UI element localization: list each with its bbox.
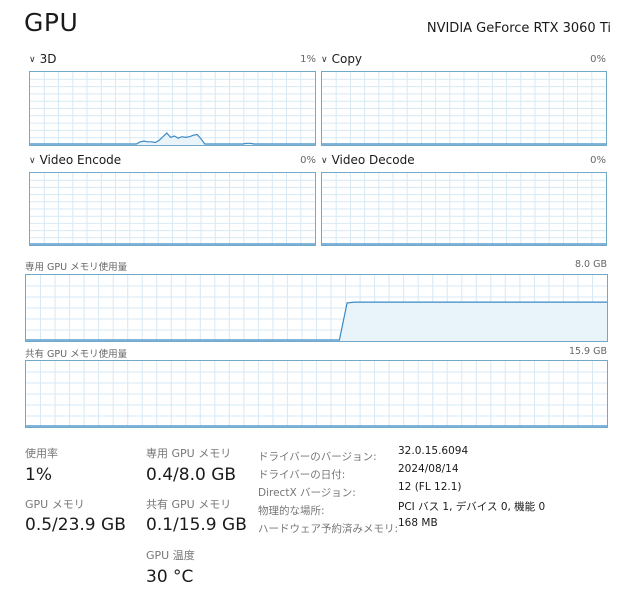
engine-percent: 1% [300,54,316,65]
dedicated-stat-label: 専用 GPU メモリ [146,447,232,460]
shared-stat-label: 共有 GPU メモリ [146,498,232,511]
info-value: 168 MB [398,517,438,529]
engine-encode-selector[interactable]: ∨ Video Encode [29,153,121,167]
dedicated-memory-chart [26,275,607,341]
engine-label: Video Encode [39,153,122,167]
temperature-value: 30 °C [146,567,194,587]
engine-decode-chart [322,173,606,245]
shared-memory-max: 15.9 GB [568,346,607,357]
gpu-memory-value: 0.5/23.9 GB [25,515,126,535]
engine-copy-selector[interactable]: ∨ Copy [321,52,362,66]
engine-label: Video Decode [331,153,415,167]
info-value: 2024/08/14 [398,463,459,475]
engine-3d-selector[interactable]: ∨ 3D [29,52,56,66]
utilization-label: 使用率 [25,447,58,460]
info-row: ハードウェア予約済みメモリ: 168 MB [258,517,438,535]
chevron-down-icon: ∨ [29,156,36,166]
utilization-value: 1% [25,465,52,485]
chevron-down-icon: ∨ [321,55,328,65]
engine-percent: 0% [590,54,606,65]
engine-copy-chart [322,72,606,145]
engine-encode-graph [29,172,316,246]
info-value: 12 (FL 12.1) [398,481,462,493]
info-key: DirectX バージョン: [258,487,356,499]
info-value: 32.0.15.6094 [398,445,469,457]
dedicated-memory-label: 専用 GPU メモリ使用量 [25,262,128,273]
info-key: ハードウェア予約済みメモリ: [258,523,399,535]
dedicated-memory-graph [25,274,608,342]
info-value: PCI バス 1, デバイス 0, 機能 0 [398,501,546,513]
shared-stat-value: 0.1/15.9 GB [146,515,247,535]
info-row: ドライバーのバージョン: 32.0.15.6094 [258,445,468,463]
info-key: ドライバーのバージョン: [258,451,377,463]
engine-3d-graph [29,71,316,146]
info-row: DirectX バージョン: 12 (FL 12.1) [258,481,462,499]
info-row: ドライバーの日付: 2024/08/14 [258,463,459,481]
info-key: 物理的な場所: [258,505,325,517]
page-title: GPU [24,8,79,37]
chevron-down-icon: ∨ [29,55,36,65]
engine-copy-graph [321,71,607,146]
info-row: 物理的な場所: PCI バス 1, デバイス 0, 機能 0 [258,499,545,517]
device-name: NVIDIA GeForce RTX 3060 Ti [426,21,611,36]
engine-decode-graph [321,172,607,246]
engine-label: 3D [39,52,57,66]
engine-percent: 0% [300,155,316,166]
shared-memory-label: 共有 GPU メモリ使用量 [25,349,128,360]
chevron-down-icon: ∨ [321,156,328,166]
gpu-memory-label: GPU メモリ [25,498,85,511]
dedicated-stat-value: 0.4/8.0 GB [146,465,237,485]
engine-3d-chart [30,72,315,145]
engine-label: Copy [331,52,363,66]
temperature-label: GPU 温度 [146,549,195,562]
shared-memory-chart [26,361,607,427]
dedicated-memory-max: 8.0 GB [574,259,607,270]
engine-decode-selector[interactable]: ∨ Video Decode [321,153,415,167]
engine-percent: 0% [590,155,606,166]
driver-info-table: ドライバーのバージョン: 32.0.15.6094 ドライバーの日付: 2024… [258,445,545,535]
info-key: ドライバーの日付: [258,469,346,481]
engine-encode-chart [30,173,315,245]
shared-memory-graph [25,360,608,428]
